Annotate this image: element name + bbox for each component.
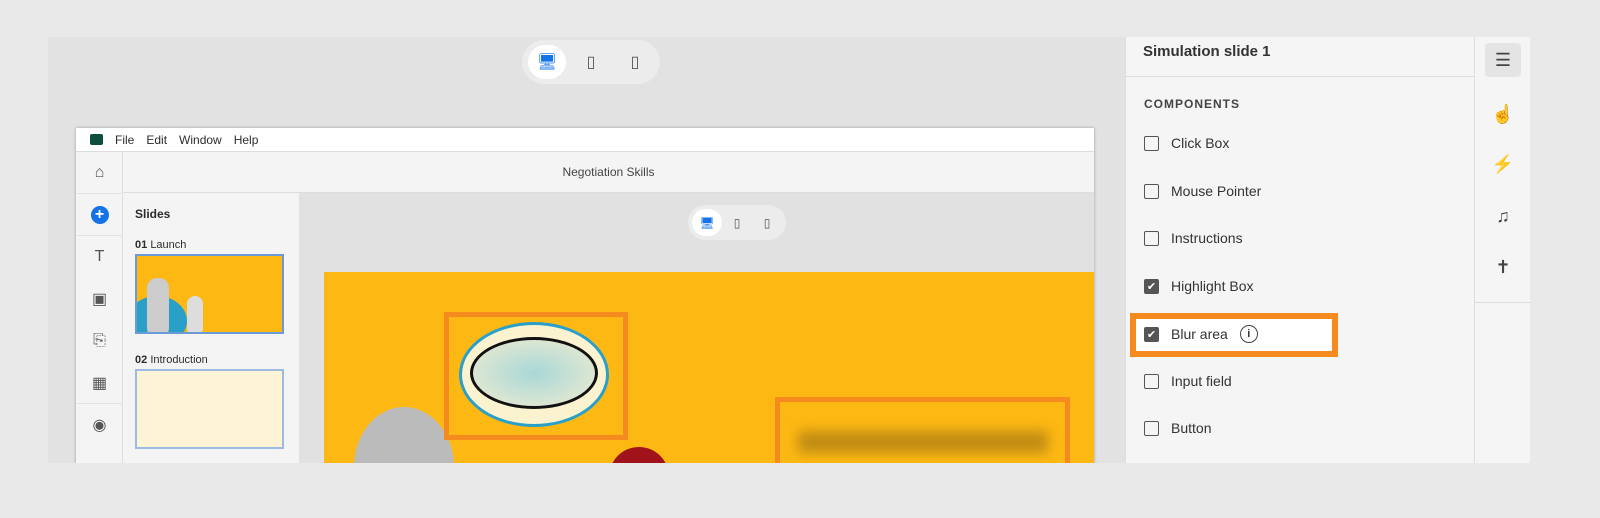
menu-edit[interactable]: Edit xyxy=(146,133,167,147)
blur-area-box[interactable] xyxy=(444,312,628,440)
record-icon[interactable]: ◉ xyxy=(76,404,123,446)
checkbox[interactable] xyxy=(1144,420,1159,436)
tablet-icon[interactable]: ▯ xyxy=(572,45,610,79)
slide-number: 02 xyxy=(135,354,148,366)
slides-heading: Slides xyxy=(135,207,171,221)
tablet-icon[interactable]: ▯ xyxy=(722,209,752,236)
checkbox-checked[interactable]: ✔ xyxy=(1144,326,1159,342)
component-instructions[interactable]: Instructions xyxy=(1144,230,1243,246)
panel-title: Simulation slide 1 xyxy=(1126,37,1474,77)
right-icon-rail: ☰ ☝ ⚡ ♫ ✝ xyxy=(1474,37,1531,463)
figure-image xyxy=(354,407,454,463)
menu-bar: File Edit Window Help xyxy=(76,128,1094,152)
checkbox[interactable] xyxy=(1144,373,1159,389)
add-icon[interactable]: + xyxy=(76,194,123,236)
properties-panel: Simulation slide 1 COMPONENTS Click Box … xyxy=(1125,37,1474,463)
component-label: Mouse Pointer xyxy=(1171,183,1262,199)
device-toggle-inner: 🖥 ▯ ▯ xyxy=(688,205,786,240)
slide-thumbnail-launch[interactable] xyxy=(135,254,284,334)
component-click-box[interactable]: Click Box xyxy=(1144,135,1229,151)
interaction-hand-icon[interactable]: ☝ xyxy=(1485,97,1521,131)
component-label: Highlight Box xyxy=(1171,278,1254,294)
checkbox[interactable] xyxy=(1144,183,1159,199)
checkbox-checked[interactable]: ✔ xyxy=(1144,278,1159,294)
text-icon[interactable]: T xyxy=(76,236,123,278)
menu-help[interactable]: Help xyxy=(234,133,259,147)
app-logo-icon xyxy=(90,134,103,145)
desktop-icon[interactable]: 🖥 xyxy=(528,45,566,79)
component-label: Button xyxy=(1171,420,1212,436)
slides-panel: Slides 01 Launch 02 Introduction xyxy=(123,193,300,463)
component-highlight-box[interactable]: ✔ Highlight Box xyxy=(1144,278,1254,294)
component-label: Click Box xyxy=(1171,135,1230,151)
menu-window[interactable]: Window xyxy=(179,133,222,147)
component-blur-area[interactable]: ✔ Blur area i xyxy=(1144,325,1258,343)
checkbox[interactable] xyxy=(1144,230,1159,246)
left-rail: ⌂ + T ▣ ⎘ ▦ ◉ xyxy=(76,152,123,463)
question-mark-graphic xyxy=(609,447,669,463)
menu-file[interactable]: File xyxy=(115,133,134,147)
animation-icon[interactable]: ⚡ xyxy=(1485,147,1521,181)
section-heading: COMPONENTS xyxy=(1144,97,1241,111)
info-icon[interactable]: i xyxy=(1239,325,1258,343)
component-label: Instructions xyxy=(1171,230,1243,246)
interaction-icon[interactable]: ⎘ xyxy=(76,320,123,362)
component-label: Input field xyxy=(1171,373,1232,389)
slide-thumbnail-introduction[interactable] xyxy=(135,369,284,449)
slide-canvas: 🖥 ▯ ▯ xyxy=(300,193,1094,463)
mobile-icon[interactable]: ▯ xyxy=(616,45,654,79)
component-button[interactable]: Button xyxy=(1144,420,1211,436)
divider xyxy=(1475,302,1531,303)
checkbox[interactable] xyxy=(1144,135,1159,151)
app-window: File Edit Window Help ⌂ + T ▣ ⎘ ▦ ◉ Nego… xyxy=(76,128,1094,463)
component-label: Blur area xyxy=(1171,326,1228,342)
component-mouse-pointer[interactable]: Mouse Pointer xyxy=(1144,183,1261,199)
sliders-icon[interactable]: ☰ xyxy=(1485,43,1521,77)
slide-label: Launch xyxy=(150,239,187,251)
accessibility-icon[interactable]: ✝ xyxy=(1485,250,1521,284)
blurred-title-box[interactable] xyxy=(775,397,1070,463)
home-icon[interactable]: ⌂ xyxy=(76,152,123,194)
mobile-icon[interactable]: ▯ xyxy=(752,209,782,236)
slide-launch xyxy=(324,272,1094,463)
media-icon[interactable]: ▣ xyxy=(76,278,123,320)
widgets-icon[interactable]: ▦ xyxy=(76,362,123,404)
desktop-icon[interactable]: 🖥 xyxy=(692,209,722,236)
device-toggle: 🖥 ▯ ▯ xyxy=(522,40,660,84)
audio-icon[interactable]: ♫ xyxy=(1485,199,1521,233)
stage-preview: 🖥 ▯ ▯ File Edit Window Help ⌂ + T ▣ ⎘ ▦ … xyxy=(48,37,1125,463)
slide-number: 01 xyxy=(135,239,148,251)
slide-label: Introduction xyxy=(150,354,208,366)
component-input-field[interactable]: Input field xyxy=(1144,373,1232,389)
project-title: Negotiation Skills xyxy=(123,152,1094,193)
